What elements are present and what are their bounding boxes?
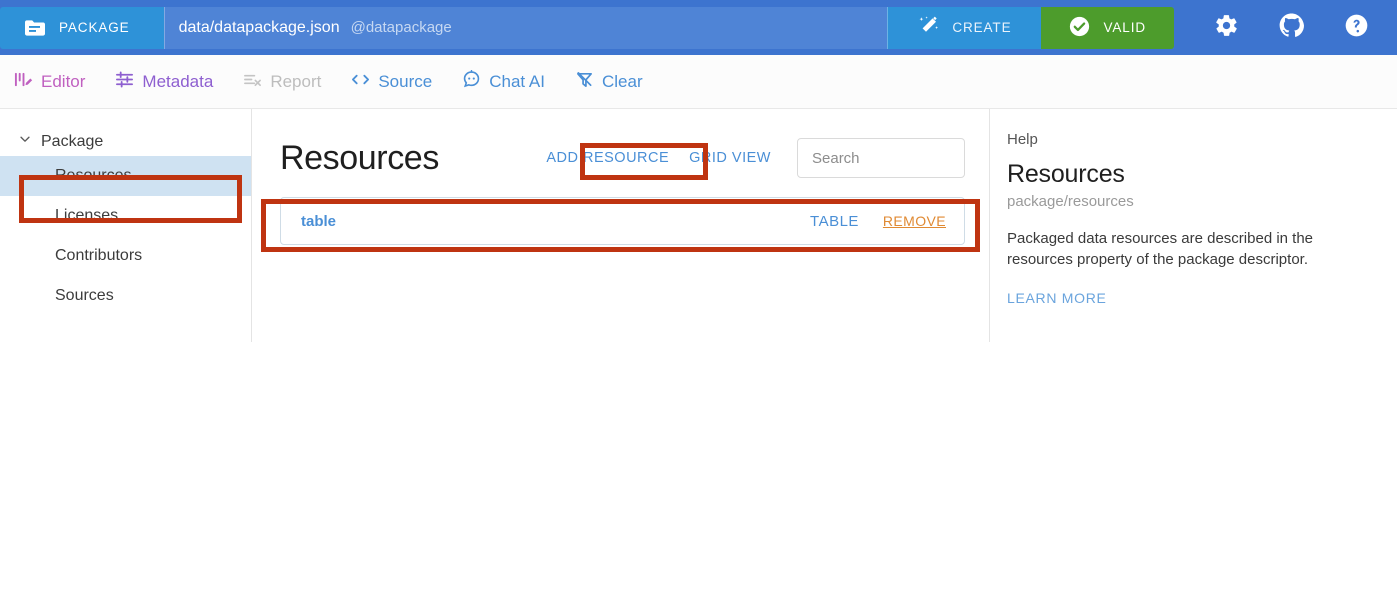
toolbar-item-source[interactable]: Source (351, 70, 432, 94)
package-button[interactable]: PACKAGE (0, 7, 164, 49)
toolbar-item-clear[interactable]: Clear (575, 70, 643, 94)
sidebar-item-contributors-label: Contributors (55, 247, 142, 265)
sidebar-item-contributors[interactable]: Contributors (0, 236, 252, 276)
editor-pencil-icon (14, 70, 33, 94)
resource-type-button[interactable]: TABLE (810, 213, 859, 230)
app-header: PACKAGE data/datapackage.json @datapacka… (0, 0, 1397, 55)
help-path: package/resources (1007, 193, 1367, 210)
learn-more-link[interactable]: LEARN MORE (1007, 290, 1107, 306)
page-title: Resources (280, 139, 439, 178)
create-button-label: CREATE (952, 20, 1011, 35)
header-left-group: PACKAGE (0, 7, 164, 49)
sidebar: Package Resources Licenses Contributors … (0, 109, 252, 605)
chat-ai-robot-icon (462, 70, 481, 94)
sidebar-item-resources[interactable]: Resources (0, 156, 252, 196)
sidebar-group-package-label: Package (41, 133, 103, 151)
help-kicker: Help (1007, 131, 1367, 148)
github-icon[interactable] (1279, 13, 1304, 43)
sidebar-group-package[interactable]: Package (0, 127, 252, 156)
code-brackets-icon (351, 70, 370, 94)
search-box[interactable] (797, 138, 965, 178)
datapackage-path-value: data/datapackage.json (179, 19, 340, 37)
tune-sliders-icon (115, 70, 134, 94)
package-folder-icon (24, 19, 46, 37)
toolbar-item-report-label: Report (270, 73, 321, 90)
toolbar-item-metadata-label: Metadata (142, 73, 213, 90)
main-content: Resources ADD RESOURCE GRID VIEW table T… (252, 109, 989, 605)
main-header-actions: ADD RESOURCE GRID VIEW (536, 138, 965, 178)
sidebar-item-sources[interactable]: Sources (0, 276, 252, 316)
resource-name-link[interactable]: table (301, 213, 336, 230)
toolbar-item-clear-label: Clear (602, 73, 643, 90)
help-description: Packaged data resources are described in… (1007, 228, 1367, 271)
check-circle-icon (1069, 16, 1090, 40)
create-button[interactable]: CREATE (887, 7, 1041, 49)
sidebar-item-sources-label: Sources (55, 287, 114, 305)
toolbar-item-chat-ai[interactable]: Chat AI (462, 70, 545, 94)
toolbar-item-report[interactable]: Report (243, 70, 321, 94)
toolbar-item-source-label: Source (378, 73, 432, 90)
sidebar-item-licenses-label: Licenses (55, 207, 118, 225)
validation-status-label: VALID (1103, 20, 1146, 35)
main-header: Resources ADD RESOURCE GRID VIEW (280, 135, 965, 181)
resource-remove-button[interactable]: REMOVE (883, 213, 946, 229)
search-input[interactable] (812, 150, 950, 167)
toolbar-item-editor-label: Editor (41, 73, 85, 90)
toolbar-item-editor[interactable]: Editor (14, 70, 85, 94)
resource-list: table TABLE REMOVE (280, 197, 965, 245)
toolbar-item-metadata[interactable]: Metadata (115, 70, 213, 94)
filter-clear-icon (575, 70, 594, 94)
validation-status-button[interactable]: VALID (1041, 7, 1174, 49)
magic-wand-icon (918, 16, 939, 40)
settings-gear-icon[interactable] (1214, 13, 1239, 43)
app-body: Package Resources Licenses Contributors … (0, 109, 1397, 605)
sidebar-item-licenses[interactable]: Licenses (0, 196, 252, 236)
header-icon-group (1174, 13, 1397, 43)
package-button-label: PACKAGE (59, 20, 130, 35)
resource-row-actions: TABLE REMOVE (810, 213, 946, 230)
sidebar-item-resources-label: Resources (55, 167, 131, 185)
view-toolbar: Editor Metadata Report (0, 55, 1397, 109)
grid-view-button[interactable]: GRID VIEW (679, 144, 781, 172)
chevron-down-icon (18, 132, 32, 151)
help-circle-icon[interactable] (1344, 13, 1369, 43)
add-resource-button[interactable]: ADD RESOURCE (536, 144, 679, 172)
toolbar-item-chat-ai-label: Chat AI (489, 73, 545, 90)
help-title: Resources (1007, 160, 1367, 189)
report-list-icon (243, 70, 262, 94)
datapackage-scope-label: @datapackage (351, 19, 452, 36)
resource-row[interactable]: table TABLE REMOVE (280, 197, 965, 245)
datapackage-path-input[interactable]: data/datapackage.json @datapackage (164, 7, 888, 49)
help-panel: Help Resources package/resources Package… (989, 109, 1397, 605)
